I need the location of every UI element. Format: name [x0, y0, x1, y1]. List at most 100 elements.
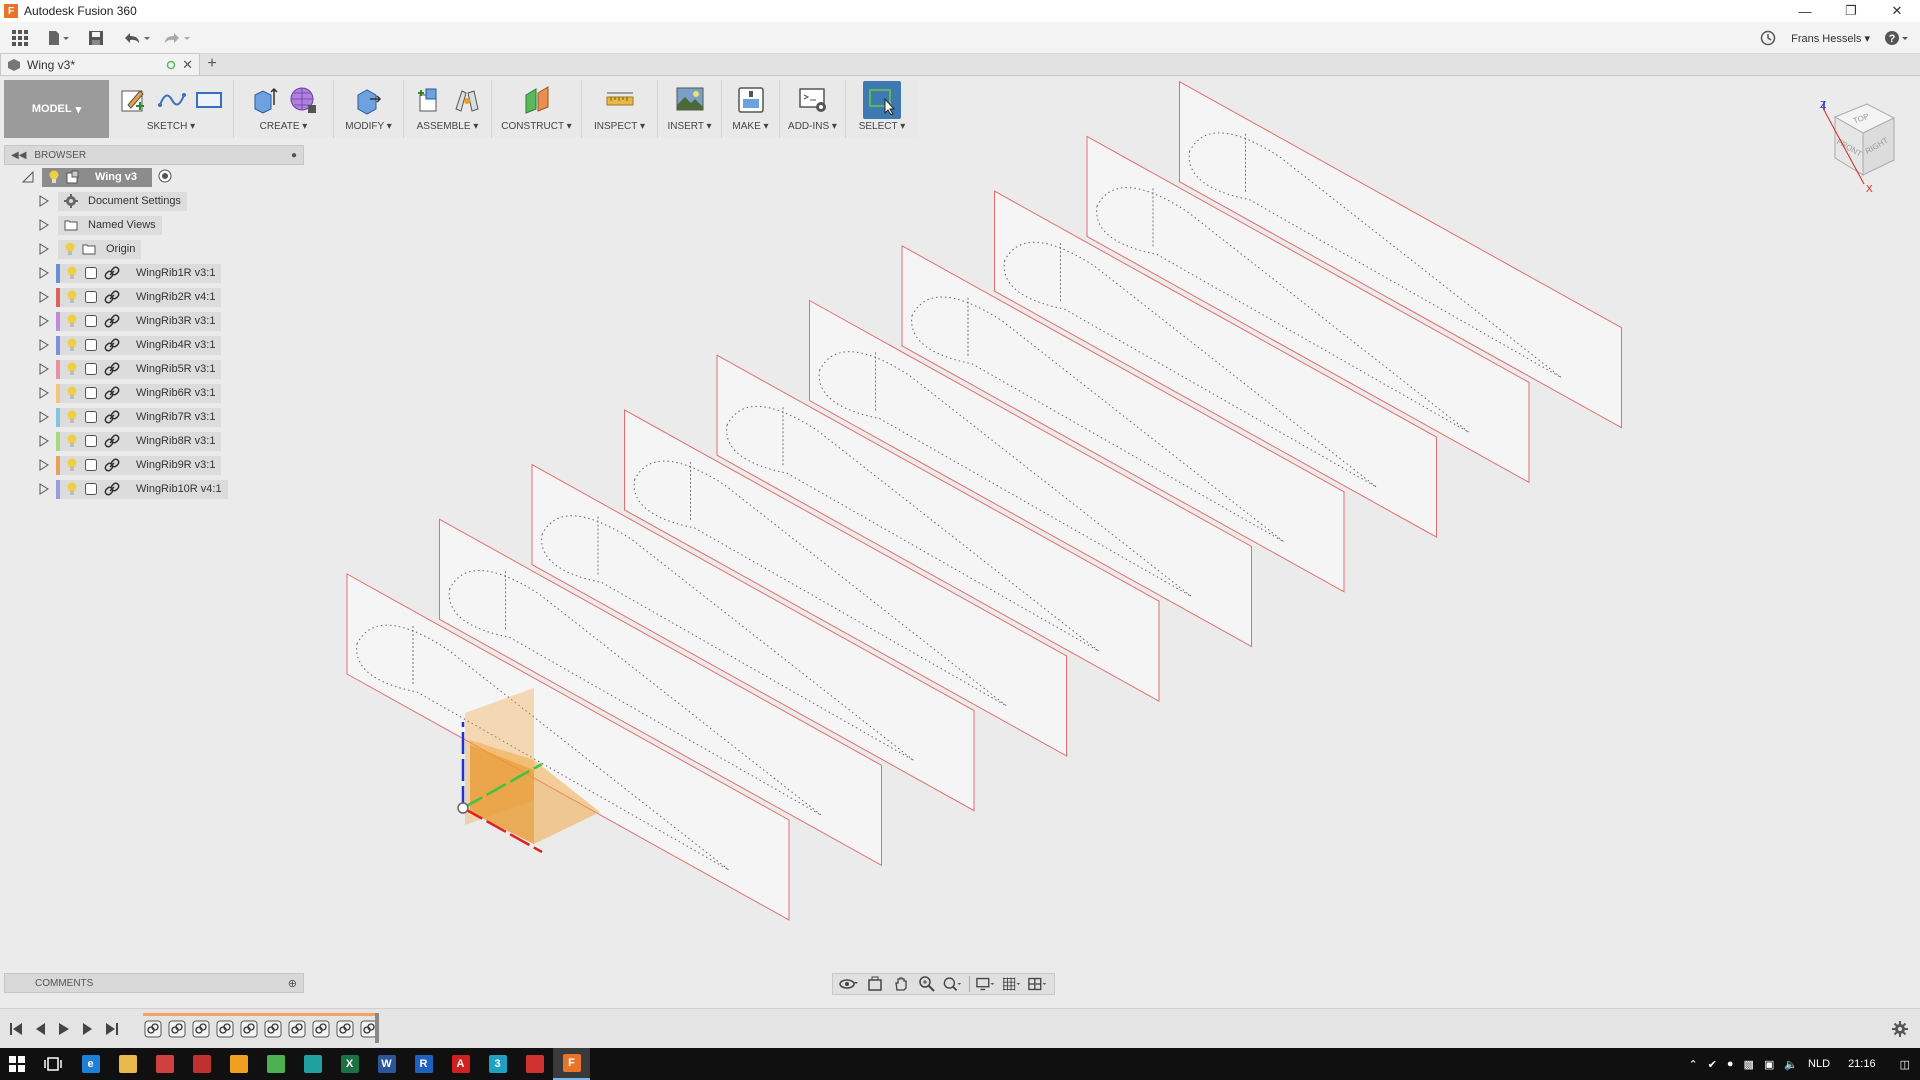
tray-app-icon[interactable]: ● — [1727, 1058, 1734, 1070]
taskbar-app-button[interactable] — [294, 1048, 331, 1080]
network-icon[interactable]: ▣ — [1764, 1058, 1774, 1071]
component-chip[interactable]: WingRib3R v3:1 — [60, 311, 222, 331]
component-chip[interactable]: WingRib8R v3:1 — [60, 431, 222, 451]
tray-app-icon[interactable]: ✔ — [1708, 1058, 1717, 1071]
timeline-link-feature[interactable] — [287, 1019, 307, 1039]
tree-root[interactable]: Wing v3 — [4, 165, 304, 189]
rib-sketch-plane[interactable] — [439, 518, 882, 867]
component-row[interactable]: WingRib7R v3:1 — [4, 405, 304, 429]
grid-snaps-button[interactable] — [1002, 975, 1022, 993]
pan-button[interactable] — [891, 975, 911, 993]
clock[interactable]: 21:16 — [1848, 1058, 1876, 1070]
collapsed-triangle-icon[interactable] — [38, 435, 50, 447]
rib-sketch-plane[interactable] — [716, 354, 1160, 703]
collapsed-triangle-icon[interactable] — [38, 363, 50, 375]
collapsed-triangle-icon[interactable] — [38, 219, 50, 231]
rib-sketch-plane[interactable] — [994, 190, 1437, 538]
3d-print-button[interactable] — [736, 85, 766, 115]
component-row[interactable]: WingRib6R v3:1 — [4, 381, 304, 405]
taskbar-app-button[interactable] — [183, 1048, 220, 1080]
go-to-start-button[interactable] — [4, 1017, 28, 1041]
help-button[interactable]: ? — [1882, 24, 1912, 52]
collapse-panel-icon[interactable]: ◀◀ — [11, 150, 26, 161]
tray-app-icon[interactable]: ▩ — [1744, 1058, 1754, 1071]
timeline-link-feature[interactable] — [143, 1019, 163, 1039]
select-menu[interactable]: SELECT ▾ — [859, 120, 906, 136]
new-tab-button[interactable]: + — [200, 53, 224, 75]
taskbar-app-button[interactable] — [516, 1048, 553, 1080]
joint-button[interactable] — [452, 85, 482, 115]
spline-button[interactable] — [156, 85, 186, 115]
create-menu[interactable]: CREATE ▾ — [260, 120, 308, 136]
select-button[interactable] — [863, 81, 901, 119]
component-row[interactable]: WingRib1R v3:1 — [4, 261, 304, 285]
make-menu[interactable]: MAKE ▾ — [732, 120, 768, 136]
action-center-icon[interactable]: ◫ — [1900, 1058, 1910, 1071]
taskbar-app-button[interactable]: R — [405, 1048, 442, 1080]
origin-chip[interactable]: Origin — [58, 239, 142, 259]
data-panel-button[interactable] — [0, 24, 40, 52]
component-chip[interactable]: WingRib9R v3:1 — [60, 455, 222, 475]
component-chip[interactable]: WingRib6R v3:1 — [60, 383, 222, 403]
fit-button[interactable] — [943, 975, 963, 993]
offset-plane-button[interactable] — [522, 85, 552, 115]
timeline-link-feature[interactable] — [239, 1019, 259, 1039]
named-views-row[interactable]: Named Views — [4, 213, 304, 237]
panel-options-icon[interactable]: ● — [291, 150, 297, 161]
timeline-link-feature[interactable] — [263, 1019, 283, 1039]
component-row[interactable]: WingRib8R v3:1 — [4, 429, 304, 453]
look-at-button[interactable] — [865, 975, 885, 993]
component-chip[interactable]: WingRib1R v3:1 — [60, 263, 222, 283]
collapsed-triangle-icon[interactable] — [38, 387, 50, 399]
collapsed-triangle-icon[interactable] — [38, 411, 50, 423]
component-row[interactable]: WingRib3R v3:1 — [4, 309, 304, 333]
viewports-button[interactable] — [1028, 975, 1048, 993]
timeline-link-feature[interactable] — [311, 1019, 331, 1039]
taskbar-app-button[interactable] — [257, 1048, 294, 1080]
modify-menu[interactable]: MODIFY ▾ — [345, 120, 392, 136]
user-account-menu[interactable]: Frans Hessels ▾ — [1791, 32, 1870, 45]
extrude-button[interactable] — [250, 85, 280, 115]
form-button[interactable] — [288, 85, 318, 115]
collapsed-triangle-icon[interactable] — [38, 195, 50, 207]
rib-sketch-plane[interactable] — [809, 299, 1252, 648]
origin-row[interactable]: Origin — [4, 237, 304, 261]
volume-icon[interactable]: 🔈 — [1784, 1058, 1798, 1071]
collapsed-triangle-icon[interactable] — [38, 267, 50, 279]
component-row[interactable]: WingRib2R v4:1 — [4, 285, 304, 309]
timeline-settings-button[interactable] — [1888, 1017, 1912, 1041]
step-back-button[interactable] — [28, 1017, 52, 1041]
component-chip[interactable]: WingRib4R v3:1 — [60, 335, 222, 355]
minimize-button[interactable]: — — [1782, 0, 1828, 22]
restore-button[interactable]: ❐ — [1828, 0, 1874, 22]
insert-menu[interactable]: INSERT ▾ — [667, 120, 711, 136]
canvas-button[interactable] — [675, 85, 705, 115]
step-forward-button[interactable] — [76, 1017, 100, 1041]
comments-header[interactable]: COMMENTS ⊕ — [4, 973, 304, 993]
scripts-button[interactable] — [798, 85, 828, 115]
activate-component-icon[interactable] — [158, 169, 172, 186]
inspect-menu[interactable]: INSPECT ▾ — [594, 120, 645, 136]
expanded-triangle-icon[interactable] — [22, 171, 34, 183]
view-cube[interactable]: TOP FRONT RIGHT Z X — [1820, 100, 1896, 195]
close-button[interactable]: ✕ — [1874, 0, 1920, 22]
timeline-link-feature[interactable] — [191, 1019, 211, 1039]
measure-button[interactable] — [605, 85, 635, 115]
component-chip[interactable]: WingRib10R v4:1 — [60, 479, 228, 499]
component-chip[interactable]: WingRib7R v3:1 — [60, 407, 222, 427]
create-sketch-button[interactable] — [118, 85, 148, 115]
go-to-end-button[interactable] — [100, 1017, 124, 1041]
taskbar-app-button[interactable]: W — [368, 1048, 405, 1080]
play-button[interactable] — [52, 1017, 76, 1041]
zoom-button[interactable] — [917, 975, 937, 993]
job-status-button[interactable] — [1757, 24, 1779, 52]
component-row[interactable]: WingRib10R v4:1 — [4, 477, 304, 501]
rectangle-button[interactable] — [194, 85, 224, 115]
start-button[interactable] — [0, 1048, 34, 1080]
document-settings-chip[interactable]: Document Settings — [58, 191, 187, 211]
timeline-link-feature[interactable] — [335, 1019, 355, 1039]
rib-sketch-plane[interactable] — [1086, 135, 1530, 484]
collapsed-triangle-icon[interactable] — [38, 483, 50, 495]
display-settings-button[interactable] — [976, 975, 996, 993]
timeline-link-feature[interactable] — [215, 1019, 235, 1039]
